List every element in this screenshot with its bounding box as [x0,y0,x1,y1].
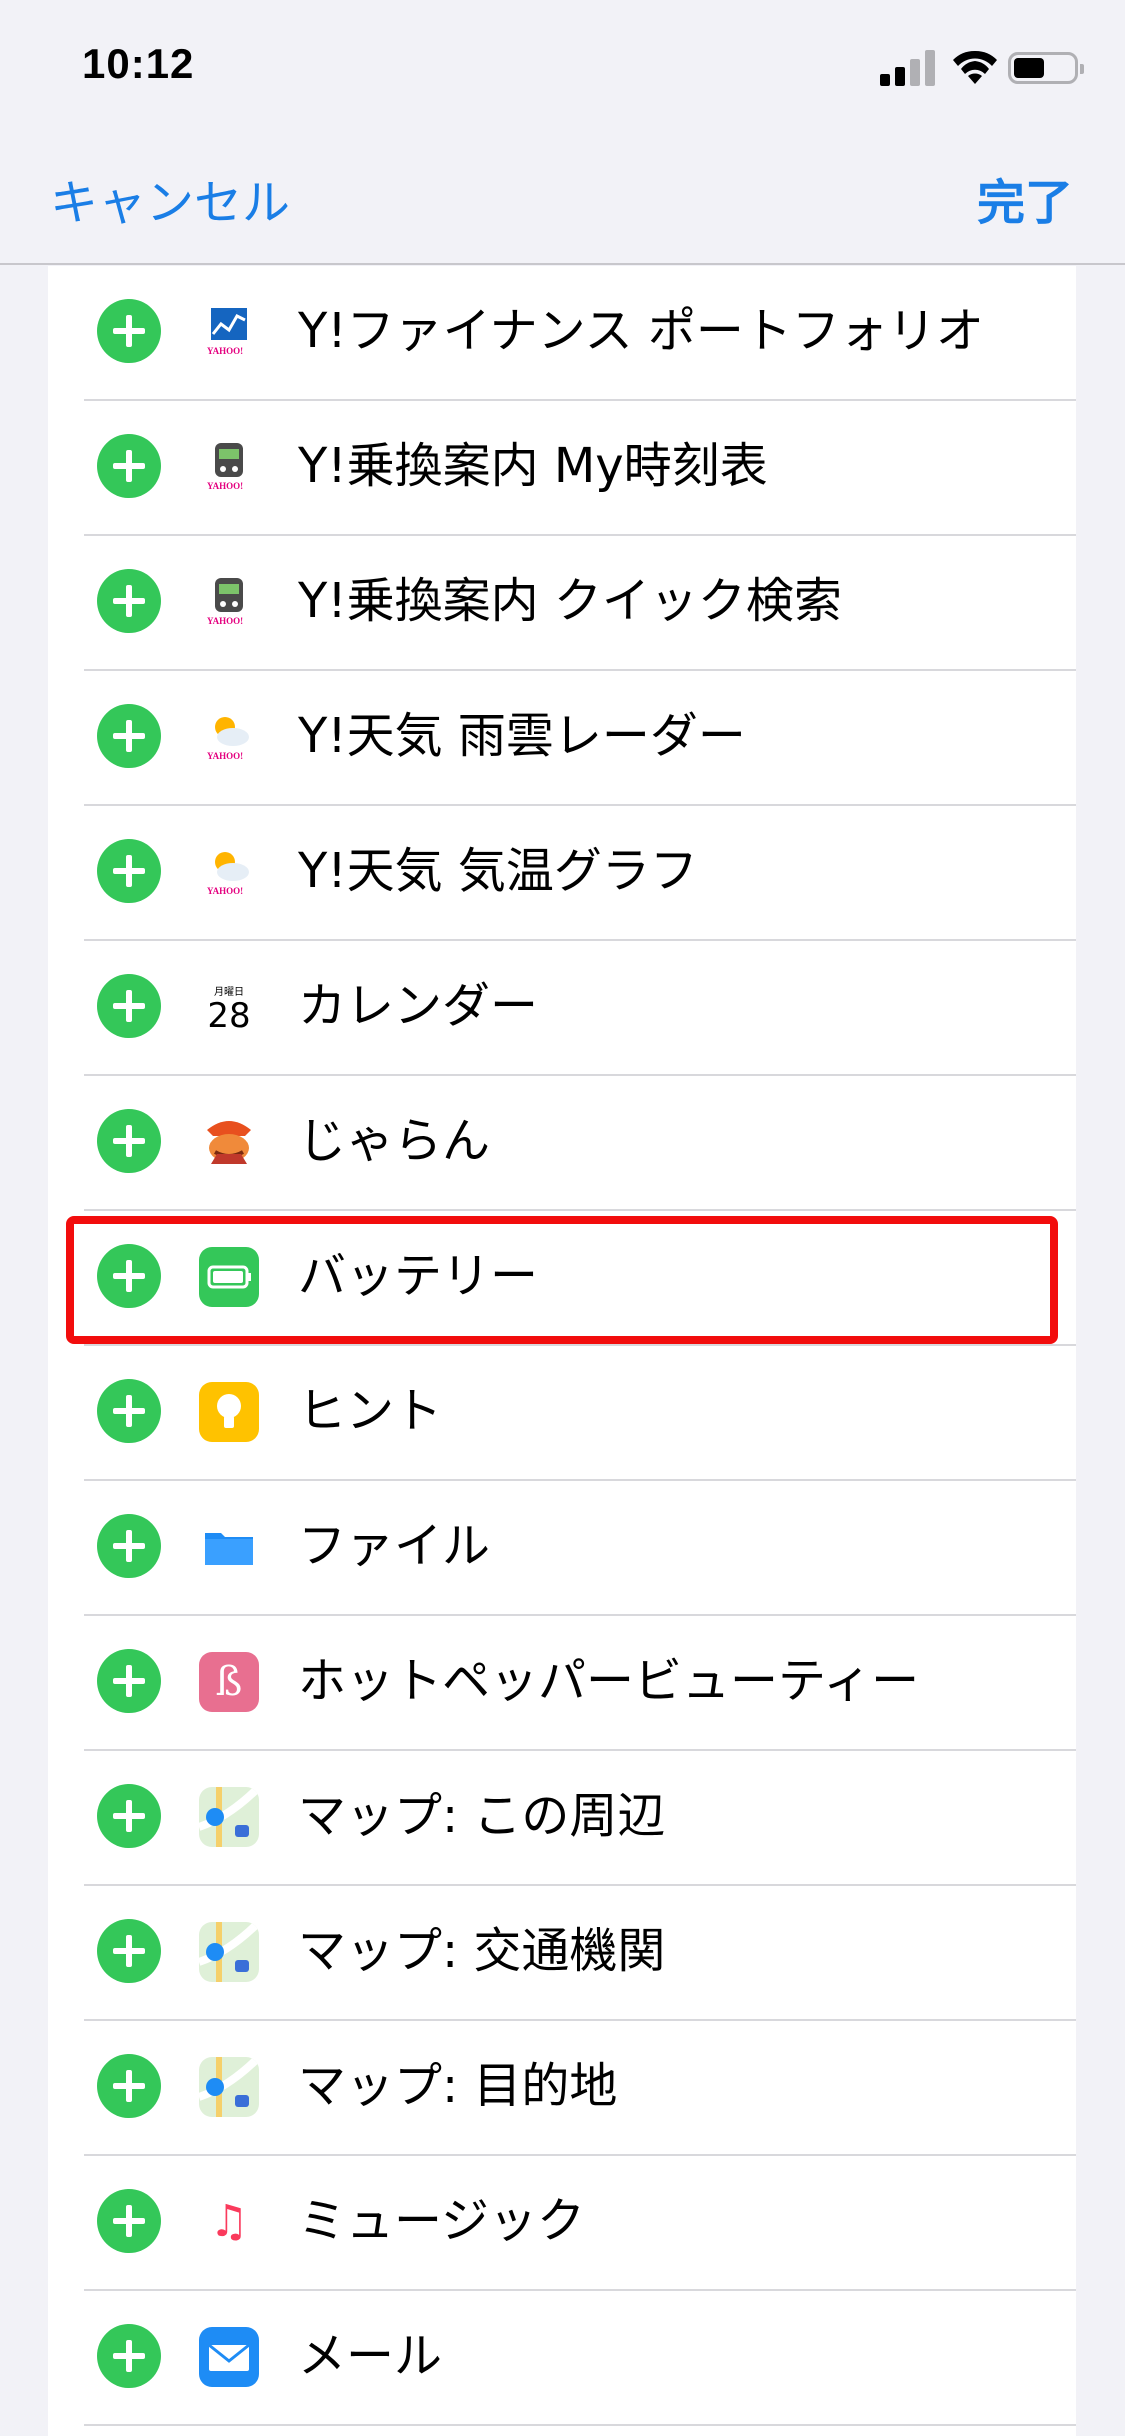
list-item[interactable]: YAHOO! Y!乗換案内 クイック検索 [48,536,1076,671]
add-button[interactable] [97,1649,161,1713]
add-button[interactable] [97,299,161,363]
wifi-icon [953,50,997,84]
status-time: 10:12 [82,40,195,87]
yahoo-weather-icon: YAHOO! [199,842,259,902]
list-item[interactable]: じゃらん [48,1076,1076,1211]
hotpepper-beauty-icon: ß [199,1652,259,1712]
yahoo-finance-icon: YAHOO! [199,302,259,362]
calendar-icon: 月曜日 28 [199,977,259,1037]
add-button[interactable] [97,1379,161,1443]
item-label: ミュージック [298,2193,586,2249]
music-icon: ♫ [199,2192,259,2252]
item-label: じゃらん [298,1113,491,1169]
item-label: ファイル [298,1518,491,1574]
item-label: Y!天気 気温グラフ [298,843,698,899]
item-label: ホットペッパービューティー [298,1653,920,1709]
list-item[interactable]: YAHOO! Y!天気 気温グラフ [48,806,1076,941]
widget-list: YAHOO! Y!ファイナンス ポートフォリオ YAHOO! Y!乗換案内 My… [48,266,1076,2436]
list-item[interactable]: マップ: 交通機関 [48,1886,1076,2021]
add-button[interactable] [97,1919,161,1983]
cancel-button[interactable]: キャンセル [50,163,290,233]
item-label: マップ: 目的地 [298,2058,618,2114]
yahoo-weather-icon: YAHOO! [199,707,259,767]
nav-bar: キャンセル 完了 [0,135,1125,265]
list-item[interactable]: マップ: この周辺 [48,1751,1076,1886]
item-label: Y!乗換案内 クイック検索 [298,573,842,629]
list-item[interactable]: YAHOO! Y!天気 雨雲レーダー [48,671,1076,806]
list-item[interactable]: YAHOO! Y!乗換案内 My時刻表 [48,401,1076,536]
item-label: カレンダー [298,978,539,1034]
yahoo-transit-icon: YAHOO! [199,572,259,632]
add-button[interactable] [97,2189,161,2253]
mail-icon [199,2327,259,2387]
cellular-signal-icon [880,50,936,86]
item-label: Y!天気 雨雲レーダー [298,708,746,764]
tips-icon [199,1382,259,1442]
add-button[interactable] [97,704,161,768]
add-button[interactable] [97,1109,161,1173]
yahoo-transit-icon: YAHOO! [199,437,259,497]
battery-status-icon [1008,52,1084,84]
item-label: メール [298,2328,443,2384]
maps-icon [199,2057,259,2117]
add-button[interactable] [97,1784,161,1848]
item-label: マップ: 交通機関 [298,1923,666,1979]
item-label: Y!ファイナンス ポートフォリオ [298,303,984,359]
add-button[interactable] [97,2054,161,2118]
list-item[interactable]: ヒント [48,1346,1076,1481]
files-icon [199,1517,259,1577]
add-button[interactable] [97,569,161,633]
maps-icon [199,1787,259,1847]
add-button[interactable] [97,1514,161,1578]
done-button[interactable]: 完了 [977,163,1073,233]
maps-icon [199,1922,259,1982]
add-button[interactable] [97,434,161,498]
add-button[interactable] [97,2324,161,2388]
list-item[interactable]: ♫ ミュージック [48,2156,1076,2291]
add-button[interactable] [97,974,161,1038]
item-label: Y!乗換案内 My時刻表 [298,438,768,494]
list-item[interactable]: ファイル [48,1481,1076,1616]
item-label: ヒント [298,1383,443,1439]
list-item[interactable]: YAHOO! Y!ファイナンス ポートフォリオ [48,266,1076,401]
status-bar: 10:12 [0,0,1125,135]
highlight-box [66,1216,1058,1344]
add-button[interactable] [97,839,161,903]
list-item[interactable]: マップ: 目的地 [48,2021,1076,2156]
jalan-icon [199,1112,259,1172]
list-item[interactable]: ß ホットペッパービューティー [48,1616,1076,1751]
list-item[interactable]: 月曜日 28 カレンダー [48,941,1076,1076]
list-item[interactable]: メール [48,2291,1076,2426]
item-label: マップ: この周辺 [298,1788,666,1844]
